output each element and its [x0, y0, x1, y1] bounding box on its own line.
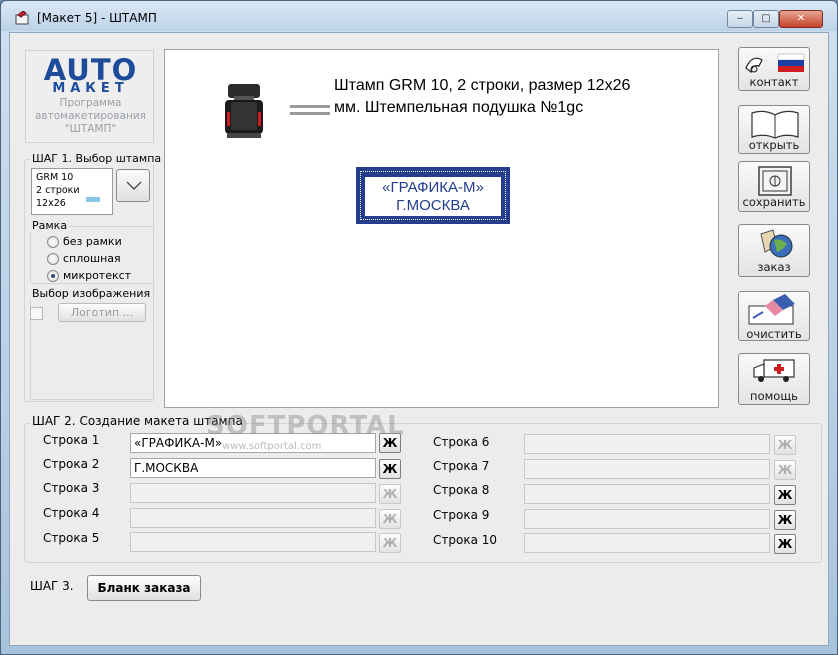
line1-label: Строка 1 — [43, 433, 100, 447]
globe-order-icon — [760, 229, 793, 258]
clear-label: очистить — [746, 327, 802, 341]
line3-input[interactable] — [130, 483, 376, 503]
stamp-line1-preview: «ГРАФИКА-М» — [382, 179, 484, 196]
help-label: помощь — [750, 389, 798, 403]
line2-input[interactable]: Г.МОСКВА — [130, 458, 376, 478]
stamp-lines: 2 строки — [36, 185, 80, 196]
stamp-device-icon — [225, 84, 263, 138]
frame-microtext-radio[interactable] — [47, 270, 59, 282]
line10-bold-button[interactable]: Ж — [774, 534, 796, 554]
logo-button[interactable]: Логотип ... — [58, 303, 146, 322]
window-title: [Макет 5] - ШТАМП — [37, 11, 157, 25]
ambulance-icon — [753, 359, 795, 382]
frame-microtext-label: микротекст — [63, 269, 132, 282]
watermark-url: www.softportal.com — [222, 441, 322, 452]
logo-subtitle: Программа автомакетирования "ШТАМП" — [26, 97, 155, 136]
stamp-imprint: «ГРАФИКА-М» Г.МОСКВА — [356, 167, 510, 224]
stamp-description-line2: мм. Штемпельная подушка №1gc — [334, 99, 584, 116]
line5-input[interactable] — [130, 532, 376, 552]
save-label: сохранить — [742, 195, 806, 209]
step1-label: ШАГ 1. Выбор штампа — [30, 152, 164, 165]
image-select-label: Выбор изображения — [30, 287, 153, 300]
line5-bold-button[interactable]: Ж — [379, 533, 401, 553]
stamp-model: GRM 10 — [36, 172, 74, 183]
stamp-preview-area: Штамп GRM 10, 2 строки, размер 12х26 мм.… — [164, 49, 719, 408]
frame-none-label: без рамки — [63, 235, 122, 248]
logo-panel: AUTO МАКЕТ Программа автомакетирования "… — [25, 50, 154, 143]
line10-input[interactable] — [524, 533, 770, 553]
line3-bold-button[interactable]: Ж — [379, 484, 401, 504]
line6-input[interactable] — [524, 434, 770, 454]
line7-input[interactable] — [524, 459, 770, 479]
eraser-icon — [748, 294, 795, 325]
stamp-dropdown-button[interactable] — [116, 169, 150, 202]
step3-label: ШАГ 3. — [30, 579, 74, 593]
help-button[interactable]: помощь — [738, 353, 810, 405]
line10-label: Строка 10 — [433, 533, 498, 547]
open-label: открыть — [748, 138, 800, 152]
open-button[interactable]: открыть — [738, 105, 810, 154]
stamp-description-line1: Штамп GRM 10, 2 строки, размер 12х26 — [334, 77, 631, 94]
chevron-down-icon — [126, 181, 142, 190]
app-stamp-icon — [15, 11, 29, 25]
clear-button[interactable]: очистить — [738, 291, 810, 341]
line2-bold-button[interactable]: Ж — [379, 459, 401, 479]
frame-solid-label: сплошная — [63, 252, 121, 265]
line4-input[interactable] — [130, 508, 376, 528]
close-button[interactable]: ✕ — [779, 10, 823, 28]
line9-bold-button[interactable]: Ж — [774, 510, 796, 530]
line3-label: Строка 3 — [43, 481, 100, 495]
order-button[interactable]: заказ — [738, 224, 810, 277]
line6-bold-button[interactable]: Ж — [774, 435, 796, 455]
order-form-button[interactable]: Бланк заказа — [87, 575, 201, 601]
safe-icon — [758, 166, 792, 196]
minimize-button[interactable]: ‒ — [727, 10, 753, 28]
stamp-color-swatch — [86, 197, 100, 202]
frame-none-radio[interactable] — [47, 236, 59, 248]
line8-input[interactable] — [524, 484, 770, 504]
frame-label: Рамка — [30, 219, 70, 232]
line4-bold-button[interactable]: Ж — [379, 509, 401, 529]
title-bar: [Макет 5] - ШТАМП ‒ □ ✕ — [1, 1, 837, 31]
line8-label: Строка 8 — [433, 483, 490, 497]
logo-checkbox[interactable] — [30, 307, 43, 320]
book-icon — [751, 110, 799, 139]
logo-maket: МАКЕТ — [52, 81, 129, 96]
logo-subtitle-line2: автомакетирования — [35, 110, 146, 122]
app-window: [Макет 5] - ШТАМП ‒ □ ✕ AUTO МАКЕТ Прогр… — [0, 0, 838, 655]
watermark-logo: SOFTPORTAL — [206, 411, 405, 441]
line9-input[interactable] — [524, 509, 770, 529]
line2-label: Строка 2 — [43, 457, 100, 471]
line4-label: Строка 4 — [43, 506, 100, 520]
stamp-field: «ГРАФИКА-М» Г.МОСКВА — [365, 177, 501, 216]
line9-label: Строка 9 — [433, 508, 490, 522]
save-button[interactable]: сохранить — [738, 161, 810, 212]
stamp-line2-preview: Г.МОСКВА — [396, 197, 470, 214]
line7-bold-button[interactable]: Ж — [774, 460, 796, 480]
logo-subtitle-line1: Программа — [59, 97, 122, 109]
contact-label: контакт — [749, 75, 799, 89]
order-label: заказ — [757, 260, 791, 274]
equals-icon — [290, 105, 330, 115]
line8-bold-button[interactable]: Ж — [774, 485, 796, 505]
frame-solid-radio[interactable] — [47, 253, 59, 265]
maximize-button[interactable]: □ — [753, 10, 779, 28]
main-panel: AUTO МАКЕТ Программа автомакетирования "… — [9, 32, 829, 646]
line5-label: Строка 5 — [43, 531, 100, 545]
contact-button[interactable]: контакт — [738, 47, 810, 91]
stamp-description: Штамп GRM 10, 2 строки, размер 12х26 мм.… — [334, 75, 630, 119]
stamp-model-selector[interactable]: GRM 10 2 строки 12x26 — [31, 168, 113, 215]
phone-flag-icon — [745, 53, 805, 74]
line7-label: Строка 7 — [433, 459, 490, 473]
logo-subtitle-line3: "ШТАМП" — [64, 123, 117, 135]
line6-label: Строка 6 — [433, 435, 490, 449]
